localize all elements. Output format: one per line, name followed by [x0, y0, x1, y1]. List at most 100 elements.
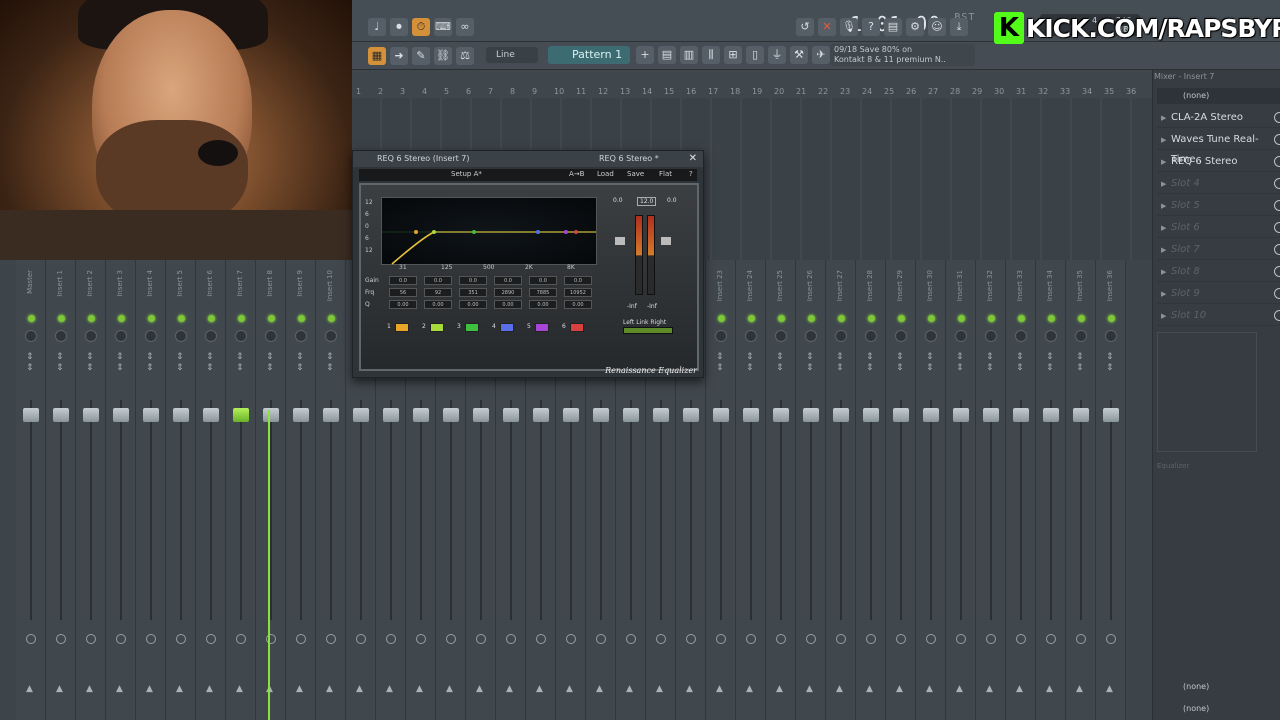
strip-route-icon[interactable] [1016, 634, 1026, 644]
mixer-strip[interactable]: Insert 8⇕⇕▲ [256, 260, 286, 720]
strip-swap-arrows-icon[interactable]: ⇕⇕ [296, 352, 304, 374]
effect-slot[interactable]: ▶ Slot 10 [1157, 306, 1280, 326]
strip-send-arrow-icon[interactable]: ▲ [1016, 684, 1023, 694]
strip-send-arrow-icon[interactable]: ▲ [926, 684, 933, 694]
mixer-strip[interactable]: Insert 33 ⇕ ⇕ ▲ [1006, 260, 1036, 720]
strip-enable-led[interactable] [208, 315, 215, 322]
strip-route-icon[interactable] [326, 634, 336, 644]
mixer-strip[interactable]: Insert 10 ⇕ ⇕ ▲ [316, 260, 346, 720]
strip-swap-arrows-icon[interactable]: ⇕⇕ [1016, 352, 1024, 374]
wrench-icon[interactable]: ⚒ [790, 46, 808, 64]
strip-swap-arrows-icon[interactable]: ⇕⇕ [26, 352, 34, 374]
flat-button[interactable]: Flat [659, 170, 672, 178]
strip-send-arrow-icon[interactable]: ▲ [26, 684, 33, 694]
mixer-strip[interactable]: Insert 23 ⇕ ⇕ ▲ [706, 260, 736, 720]
strip-swap-arrows-icon[interactable]: ⇕⇕ [836, 352, 844, 374]
right-fader[interactable] [661, 237, 671, 245]
slot-mix-knob[interactable] [1274, 244, 1280, 255]
strip-route-icon[interactable] [986, 634, 996, 644]
strip-send-arrow-icon[interactable]: ▲ [746, 684, 753, 694]
mixer-strip[interactable]: Insert 25 ⇕ ⇕ ▲ [766, 260, 796, 720]
slot-mix-knob[interactable] [1274, 288, 1280, 299]
slot-expand-icon[interactable]: ▶ [1161, 240, 1166, 260]
strip-send-arrow-icon[interactable]: ▲ [86, 684, 93, 694]
strip-route-icon[interactable] [296, 634, 306, 644]
mixer-strip[interactable]: Insert 6 ⇕ ⇕ ▲ [196, 260, 226, 720]
mixer-strip[interactable]: Insert 35 ⇕ ⇕ ▲ [1066, 260, 1096, 720]
mixer-strip[interactable]: Insert 34 ⇕ ⇕ ▲ [1036, 260, 1066, 720]
eq-graph[interactable] [1157, 332, 1257, 452]
strip-route-icon[interactable] [476, 634, 486, 644]
strip-swap-arrows-icon[interactable]: ⇕⇕ [86, 352, 94, 374]
mixer-strip[interactable]: Insert 1 ⇕ ⇕ ▲ [46, 260, 76, 720]
mixer-strip[interactable]: Insert 9 ⇕ ⇕ ▲ [286, 260, 316, 720]
strip-send-arrow-icon[interactable]: ▲ [896, 684, 903, 694]
link-icon[interactable]: ⛓ [434, 47, 452, 65]
slot-mix-knob[interactable] [1274, 266, 1280, 277]
strip-route-icon[interactable] [236, 634, 246, 644]
strip-enable-led[interactable] [808, 315, 815, 322]
strip-send-arrow-icon[interactable]: ▲ [476, 684, 483, 694]
param-value-cell[interactable]: 0.00 [389, 300, 417, 309]
mixer-strip[interactable]: Insert 2 ⇕ ⇕ ▲ [76, 260, 106, 720]
close-project-icon[interactable]: ✕ [818, 18, 836, 36]
mixer-strip[interactable]: Insert 3 ⇕ ⇕ ▲ [106, 260, 136, 720]
strip-swap-arrows-icon[interactable]: ⇕⇕ [866, 352, 874, 374]
strip-enable-led[interactable] [178, 315, 185, 322]
strip-pan-knob[interactable] [865, 330, 877, 342]
band-toggle[interactable] [465, 323, 479, 332]
band-toggle[interactable] [430, 323, 444, 332]
strip-enable-led[interactable] [718, 315, 725, 322]
effect-slot[interactable]: ▶ Slot 6 [1157, 218, 1280, 238]
strip-send-arrow-icon[interactable]: ▲ [956, 684, 963, 694]
file-icon[interactable]: ▯ [746, 46, 764, 64]
mixer-strip[interactable]: Insert 4 ⇕ ⇕ ▲ [136, 260, 166, 720]
strip-route-icon[interactable] [746, 634, 756, 644]
mixer-icon[interactable]: ⫼ [702, 46, 720, 64]
strip-send-arrow-icon[interactable]: ▲ [986, 684, 993, 694]
mixer-strip[interactable]: Insert 32 ⇕ ⇕ ▲ [976, 260, 1006, 720]
mixer-strip[interactable]: Insert 26 ⇕ ⇕ ▲ [796, 260, 826, 720]
strip-route-icon[interactable] [956, 634, 966, 644]
strip-volume-fader[interactable] [1013, 408, 1029, 422]
slot-expand-icon[interactable]: ▶ [1161, 174, 1166, 194]
strip-volume-fader[interactable] [503, 408, 519, 422]
strip-send-arrow-icon[interactable]: ▲ [1076, 684, 1083, 694]
param-value-cell[interactable]: 7885 [529, 288, 557, 297]
help-icon[interactable]: ? [862, 18, 880, 36]
add-pattern-icon[interactable]: + [636, 46, 654, 64]
eq-curve-display[interactable] [381, 197, 598, 265]
effect-slot[interactable]: ▶ Slot 4 [1157, 174, 1280, 194]
slot-expand-icon[interactable]: ▶ [1161, 130, 1166, 150]
strip-route-icon[interactable] [536, 634, 546, 644]
strip-volume-fader[interactable] [473, 408, 489, 422]
strip-volume-fader[interactable] [233, 408, 249, 422]
strip-volume-fader[interactable] [383, 408, 399, 422]
param-value-cell[interactable]: 0.00 [529, 300, 557, 309]
param-value-cell[interactable]: 0.0 [459, 276, 487, 285]
strip-send-arrow-icon[interactable]: ▲ [536, 684, 543, 694]
countdown-icon[interactable]: ⏱ [412, 18, 430, 36]
strip-route-icon[interactable] [596, 634, 606, 644]
band-1-node[interactable] [414, 230, 418, 234]
param-value-cell[interactable]: 0.00 [494, 300, 522, 309]
plugin-icon[interactable]: ⚙ [906, 18, 924, 36]
band-4-node[interactable] [536, 230, 540, 234]
slot-expand-icon[interactable]: ▶ [1161, 196, 1166, 216]
piano-roll-icon[interactable]: ▦ [368, 47, 386, 65]
strip-route-icon[interactable] [116, 634, 126, 644]
band-toggle[interactable] [395, 323, 409, 332]
strip-pan-knob[interactable] [145, 330, 157, 342]
strip-volume-fader[interactable] [293, 408, 309, 422]
strip-enable-led[interactable] [148, 315, 155, 322]
strip-volume-fader[interactable] [83, 408, 99, 422]
band-toggle[interactable] [500, 323, 514, 332]
strip-volume-fader[interactable] [113, 408, 129, 422]
strip-enable-led[interactable] [1108, 315, 1115, 322]
strip-volume-fader[interactable] [533, 408, 549, 422]
strip-pan-knob[interactable] [265, 330, 277, 342]
hint-bar[interactable]: 09/18 Save 80% on Kontakt 8 & 11 premium… [830, 44, 975, 66]
slot-mix-knob[interactable] [1274, 310, 1280, 321]
link-control[interactable] [623, 327, 673, 334]
strip-send-arrow-icon[interactable]: ▲ [596, 684, 603, 694]
